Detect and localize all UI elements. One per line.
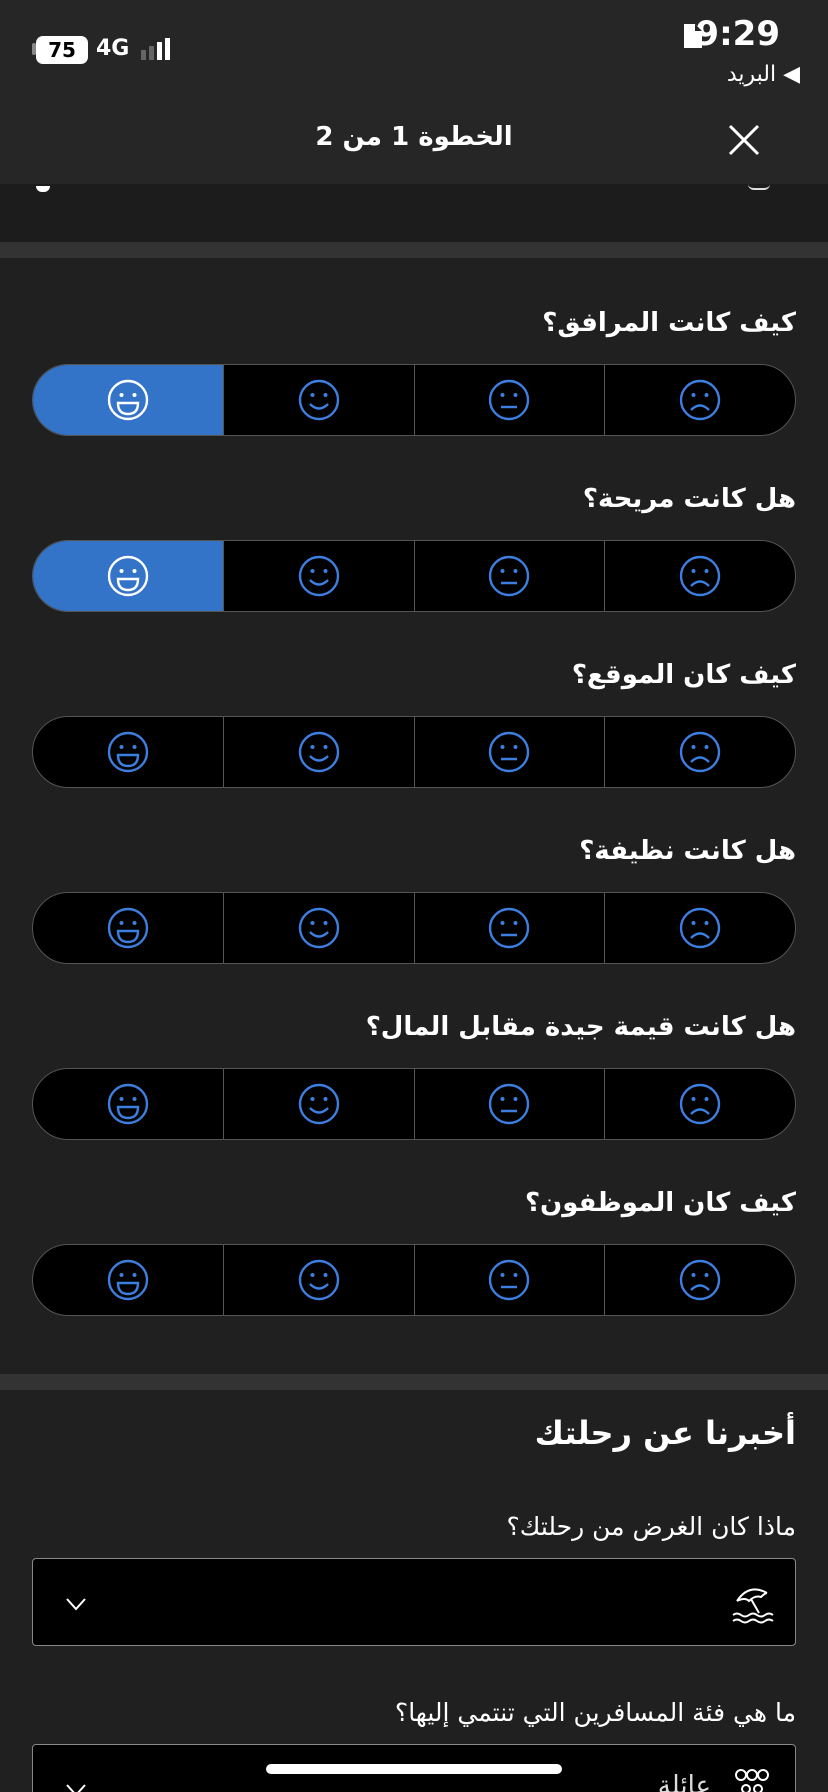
group-icon: [735, 1769, 769, 1792]
happy-face-icon: [298, 555, 339, 597]
rating-option-neutral[interactable]: [415, 365, 606, 435]
rating-option-sad[interactable]: [605, 1069, 795, 1139]
rating-value: [32, 1068, 796, 1140]
rating-option-neutral[interactable]: [415, 541, 606, 611]
sad-face-icon: [679, 1083, 721, 1125]
status-time: 9:29: [695, 14, 780, 54]
sad-face-icon: [679, 379, 721, 421]
partial-icon: [748, 184, 770, 190]
sad-face-icon: [679, 555, 721, 597]
rating-option-neutral[interactable]: [415, 1245, 606, 1315]
happy-face-icon: [298, 731, 339, 773]
rating-option-very-happy[interactable]: [33, 541, 224, 611]
neutral-face-icon: [489, 907, 530, 949]
question-value: هل كانت قيمة جيدة مقابل المال؟: [365, 1012, 796, 1042]
happy-face-icon: [298, 1083, 339, 1125]
rating-option-happy[interactable]: [224, 1245, 415, 1315]
nav-header: الخطوة 1 من 2: [0, 88, 828, 184]
very-happy-face-icon: [107, 1083, 149, 1125]
question-cleanliness: هل كانت نظيفة؟: [579, 836, 796, 866]
section-divider: [0, 1374, 828, 1390]
signal-icon: [141, 38, 170, 60]
rating-option-very-happy[interactable]: [33, 1069, 224, 1139]
traveler-type-label: ما هي فئة المسافرين التي تنتمي إليها؟: [394, 1698, 796, 1727]
status-bar: 9:29 ◀ البريد 75 4G: [0, 0, 828, 88]
question-location: كيف كان الموقع؟: [571, 660, 796, 690]
happy-face-icon: [298, 379, 339, 421]
happy-face-icon: [298, 907, 339, 949]
trip-section: أخبرنا عن رحلتك ماذا كان الغرض من رحلتك؟…: [0, 1390, 828, 1792]
very-happy-face-icon: [107, 1259, 149, 1301]
rating-option-very-happy[interactable]: [33, 365, 224, 435]
rating-comfort: [32, 540, 796, 612]
sad-face-icon: [679, 1259, 721, 1301]
rating-option-happy[interactable]: [224, 541, 415, 611]
neutral-face-icon: [489, 379, 530, 421]
step-title: الخطوة 1 من 2: [315, 122, 513, 152]
rating-staff: [32, 1244, 796, 1316]
rating-cleanliness: [32, 892, 796, 964]
sad-face-icon: [679, 907, 721, 949]
rating-option-happy[interactable]: [224, 1069, 415, 1139]
question-comfort: هل كانت مريحة؟: [582, 484, 796, 514]
rating-option-neutral[interactable]: [415, 717, 606, 787]
partial-icon: [36, 186, 50, 192]
rating-option-sad[interactable]: [605, 717, 795, 787]
rating-option-sad[interactable]: [605, 893, 795, 963]
rating-option-neutral[interactable]: [415, 1069, 606, 1139]
neutral-face-icon: [489, 555, 530, 597]
very-happy-face-icon: [107, 555, 149, 597]
question-staff: كيف كان الموظفون؟: [524, 1188, 796, 1218]
neutral-face-icon: [489, 1259, 530, 1301]
rating-section: كيف كانت المرافق؟ هل كانت مريحة؟ كيف كان…: [0, 258, 828, 1374]
scrolled-content-strip: [0, 184, 828, 242]
rating-option-happy[interactable]: [224, 717, 415, 787]
neutral-face-icon: [489, 731, 530, 773]
very-happy-face-icon: [107, 731, 149, 773]
sad-face-icon: [679, 731, 721, 773]
trip-section-title: أخبرنا عن رحلتك: [534, 1414, 796, 1452]
rating-option-sad[interactable]: [605, 1245, 795, 1315]
rating-option-sad[interactable]: [605, 365, 795, 435]
rating-location: [32, 716, 796, 788]
very-happy-face-icon: [107, 379, 149, 421]
rating-option-very-happy[interactable]: [33, 717, 224, 787]
battery-indicator: 75: [36, 36, 88, 64]
very-happy-face-icon: [107, 907, 149, 949]
rating-option-very-happy[interactable]: [33, 893, 224, 963]
rating-option-neutral[interactable]: [415, 893, 606, 963]
network-type: 4G: [96, 36, 130, 61]
traveler-type-value: عائلة: [657, 1771, 711, 1792]
close-icon[interactable]: [724, 120, 764, 160]
question-facilities: كيف كانت المرافق؟: [542, 308, 796, 338]
chevron-down-icon: [66, 1598, 86, 1611]
rating-option-sad[interactable]: [605, 541, 795, 611]
doc-icon: [684, 24, 702, 48]
neutral-face-icon: [489, 1083, 530, 1125]
back-to-mail-link[interactable]: ◀ البريد: [727, 62, 800, 87]
home-indicator: [266, 1764, 562, 1774]
trip-purpose-label: ماذا كان الغرض من رحلتك؟: [506, 1512, 796, 1541]
rating-option-happy[interactable]: [224, 893, 415, 963]
happy-face-icon: [298, 1259, 339, 1301]
section-divider: [0, 242, 828, 258]
chevron-down-icon: [66, 1784, 86, 1792]
beach-umbrella-icon: [732, 1588, 774, 1624]
rating-option-very-happy[interactable]: [33, 1245, 224, 1315]
rating-option-happy[interactable]: [224, 365, 415, 435]
rating-facilities: [32, 364, 796, 436]
trip-purpose-select[interactable]: [32, 1558, 796, 1646]
